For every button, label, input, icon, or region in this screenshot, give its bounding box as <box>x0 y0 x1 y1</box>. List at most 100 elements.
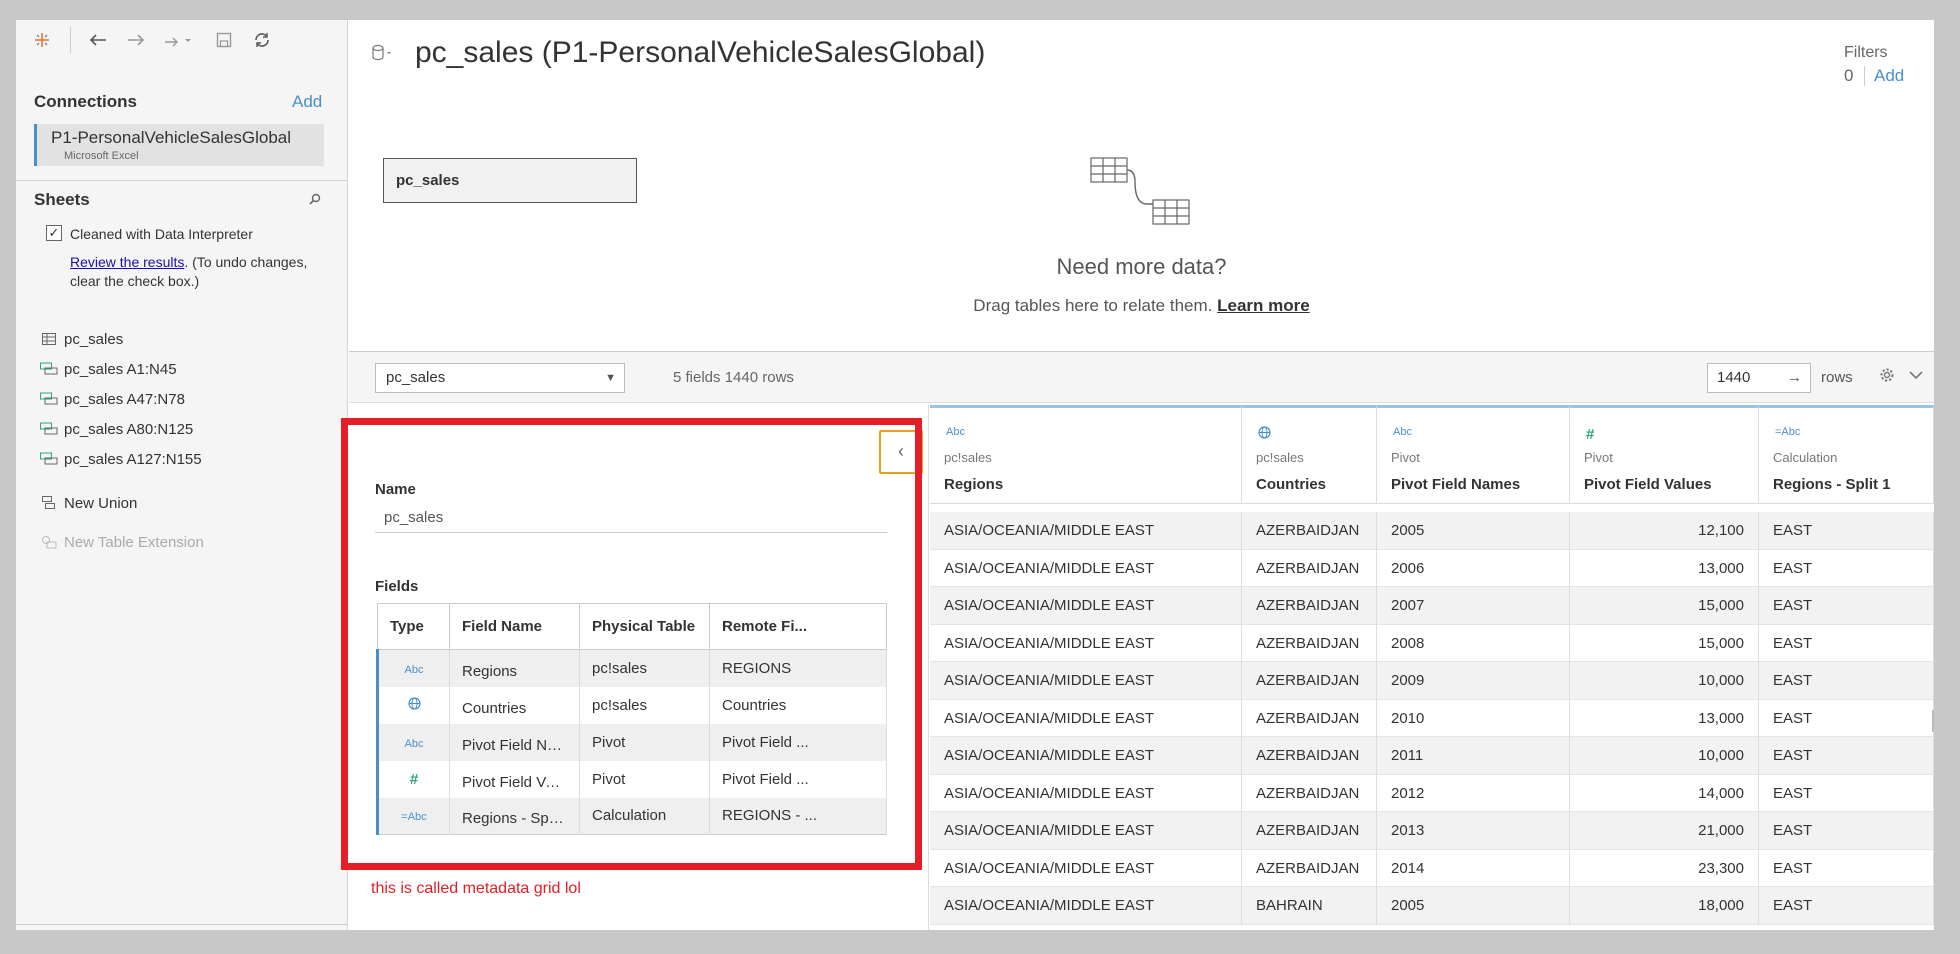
cell-country[interactable]: AZERBAIDJAN <box>1242 737 1377 775</box>
cell-pivot-value[interactable]: 13,000 <box>1570 699 1759 737</box>
sheet-item-range-3[interactable]: pc_sales A80:N125 <box>38 417 193 441</box>
table-row[interactable]: ASIA/OCEANIA/MIDDLE EAST AZERBAIDJAN 2013 2… <box>930 812 1934 850</box>
cell-pivot-value[interactable]: 18,000 <box>1570 887 1759 925</box>
cell-region[interactable]: ASIA/OCEANIA/MIDDLE EAST <box>930 512 1242 550</box>
sheet-item-pc-sales[interactable]: pc_sales <box>38 327 123 351</box>
cell-pivot-name[interactable]: 2007 <box>1377 587 1570 625</box>
sheet-item-range-1[interactable]: pc_sales A1:N45 <box>38 357 177 381</box>
cell-region-split[interactable]: EAST <box>1759 737 1934 775</box>
cell-country[interactable]: AZERBAIDJAN <box>1242 699 1377 737</box>
connection-item[interactable]: P1-PersonalVehicleSalesGlobal Microsoft … <box>34 124 324 166</box>
table-select-dropdown[interactable]: pc_sales ▼ <box>375 363 625 393</box>
column-header-pivot-field-values[interactable]: # Pivot Pivot Field Values <box>1570 405 1759 504</box>
redo-icon[interactable] <box>162 28 196 52</box>
cell-region-split[interactable]: EAST <box>1759 774 1934 812</box>
sheet-item-range-2[interactable]: pc_sales A47:N78 <box>38 387 185 411</box>
cell-country[interactable]: AZERBAIDJAN <box>1242 812 1377 850</box>
cell-pivot-value[interactable]: 10,000 <box>1570 662 1759 700</box>
cell-region-split[interactable]: EAST <box>1759 549 1934 587</box>
table-row[interactable]: ASIA/OCEANIA/MIDDLE EAST AZERBAIDJAN 2005 1… <box>930 512 1934 550</box>
cell-pivot-value[interactable]: 15,000 <box>1570 624 1759 662</box>
cell-pivot-value[interactable]: 23,300 <box>1570 849 1759 887</box>
cell-pivot-value[interactable]: 15,000 <box>1570 587 1759 625</box>
string-type-icon[interactable]: Abc <box>1393 426 1412 438</box>
data-interpreter-checkbox[interactable]: ✓ <box>46 225 62 241</box>
calculated-string-icon[interactable]: =Abc <box>1775 426 1800 438</box>
rows-count-input[interactable]: 1440 → <box>1707 363 1811 393</box>
cell-pivot-name[interactable]: 2013 <box>1377 812 1570 850</box>
cell-pivot-name[interactable]: 2011 <box>1377 737 1570 775</box>
cell-region-split[interactable]: EAST <box>1759 624 1934 662</box>
cell-pivot-value[interactable]: 10,000 <box>1570 737 1759 775</box>
cell-region[interactable]: ASIA/OCEANIA/MIDDLE EAST <box>930 774 1242 812</box>
chevron-down-icon[interactable] <box>1909 367 1929 387</box>
cell-country[interactable]: AZERBAIDJAN <box>1242 774 1377 812</box>
vertical-scrollbar[interactable] <box>1932 710 1934 732</box>
table-row[interactable]: ASIA/OCEANIA/MIDDLE EAST AZERBAIDJAN 2008 1… <box>930 624 1934 662</box>
cell-pivot-name[interactable]: 2008 <box>1377 624 1570 662</box>
cell-region-split[interactable]: EAST <box>1759 512 1934 550</box>
table-row[interactable]: ASIA/OCEANIA/MIDDLE EAST AZERBAIDJAN 2010 1… <box>930 699 1934 737</box>
cell-region[interactable]: ASIA/OCEANIA/MIDDLE EAST <box>930 849 1242 887</box>
cell-region-split[interactable]: EAST <box>1759 812 1934 850</box>
apply-arrow-icon[interactable]: → <box>1787 364 1802 392</box>
column-header-regions[interactable]: Abc pc!sales Regions <box>930 405 1242 504</box>
column-header-regions-split-1[interactable]: =Abc Calculation Regions - Split 1 <box>1759 405 1934 504</box>
cell-region[interactable]: ASIA/OCEANIA/MIDDLE EAST <box>930 699 1242 737</box>
cell-region[interactable]: ASIA/OCEANIA/MIDDLE EAST <box>930 812 1242 850</box>
add-connection-link[interactable]: Add <box>292 92 322 112</box>
cell-region[interactable]: ASIA/OCEANIA/MIDDLE EAST <box>930 587 1242 625</box>
cell-country[interactable]: AZERBAIDJAN <box>1242 512 1377 550</box>
forward-icon[interactable] <box>124 28 148 52</box>
gear-icon[interactable] <box>1879 367 1899 387</box>
cell-pivot-name[interactable]: 2014 <box>1377 849 1570 887</box>
review-results-link[interactable]: Review the results <box>70 254 184 270</box>
cell-region[interactable]: ASIA/OCEANIA/MIDDLE EAST <box>930 549 1242 587</box>
save-icon[interactable] <box>212 28 236 52</box>
cell-pivot-name[interactable]: 2009 <box>1377 662 1570 700</box>
cell-region[interactable]: ASIA/OCEANIA/MIDDLE EAST <box>930 624 1242 662</box>
cell-pivot-value[interactable]: 21,000 <box>1570 812 1759 850</box>
cell-region[interactable]: ASIA/OCEANIA/MIDDLE EAST <box>930 662 1242 700</box>
table-row[interactable]: ASIA/OCEANIA/MIDDLE EAST AZERBAIDJAN 2007 1… <box>930 587 1934 625</box>
search-icon[interactable] <box>308 192 326 210</box>
cell-region-split[interactable]: EAST <box>1759 887 1934 925</box>
refresh-icon[interactable] <box>250 28 274 52</box>
cell-pivot-name[interactable]: 2005 <box>1377 512 1570 550</box>
table-row[interactable]: ASIA/OCEANIA/MIDDLE EAST AZERBAIDJAN 2006 1… <box>930 549 1934 587</box>
cell-region-split[interactable]: EAST <box>1759 849 1934 887</box>
tableau-logo-icon[interactable] <box>30 28 54 52</box>
cell-country[interactable]: AZERBAIDJAN <box>1242 587 1377 625</box>
cell-pivot-name[interactable]: 2012 <box>1377 774 1570 812</box>
add-filter-link[interactable]: Add <box>1874 66 1904 86</box>
globe-icon[interactable] <box>1258 426 1271 442</box>
cell-country[interactable]: AZERBAIDJAN <box>1242 549 1377 587</box>
cell-region-split[interactable]: EAST <box>1759 699 1934 737</box>
table-row[interactable]: ASIA/OCEANIA/MIDDLE EAST AZERBAIDJAN 2011 1… <box>930 737 1934 775</box>
cell-pivot-value[interactable]: 14,000 <box>1570 774 1759 812</box>
cell-region-split[interactable]: EAST <box>1759 587 1934 625</box>
learn-more-link[interactable]: Learn more <box>1217 296 1310 315</box>
cell-country[interactable]: AZERBAIDJAN <box>1242 849 1377 887</box>
cell-country[interactable]: BAHRAIN <box>1242 887 1377 925</box>
cell-country[interactable]: AZERBAIDJAN <box>1242 624 1377 662</box>
table-row[interactable]: ASIA/OCEANIA/MIDDLE EAST BAHRAIN 2005 18,00… <box>930 887 1934 925</box>
cell-region-split[interactable]: EAST <box>1759 662 1934 700</box>
column-header-countries[interactable]: pc!sales Countries <box>1242 405 1377 504</box>
column-header-pivot-field-names[interactable]: Abc Pivot Pivot Field Names <box>1377 405 1570 504</box>
cell-pivot-value[interactable]: 12,100 <box>1570 512 1759 550</box>
sheet-item-range-4[interactable]: pc_sales A127:N155 <box>38 447 202 471</box>
string-type-icon[interactable]: Abc <box>946 426 965 438</box>
datasource-icon[interactable] <box>371 44 391 64</box>
new-union-item[interactable]: New Union <box>38 491 137 515</box>
page-title[interactable]: pc_sales (P1-PersonalVehicleSalesGlobal) <box>415 36 985 70</box>
cell-region[interactable]: ASIA/OCEANIA/MIDDLE EAST <box>930 887 1242 925</box>
cell-region[interactable]: ASIA/OCEANIA/MIDDLE EAST <box>930 737 1242 775</box>
cell-pivot-name[interactable]: 2010 <box>1377 699 1570 737</box>
canvas-table-card[interactable]: pc_sales <box>383 158 637 203</box>
table-row[interactable]: ASIA/OCEANIA/MIDDLE EAST AZERBAIDJAN 2014 2… <box>930 849 1934 887</box>
table-row[interactable]: ASIA/OCEANIA/MIDDLE EAST AZERBAIDJAN 2012 1… <box>930 774 1934 812</box>
number-type-icon[interactable]: # <box>1586 426 1594 443</box>
new-table-extension-item[interactable]: New Table Extension <box>38 530 204 554</box>
table-row[interactable]: ASIA/OCEANIA/MIDDLE EAST AZERBAIDJAN 2009 1… <box>930 662 1934 700</box>
